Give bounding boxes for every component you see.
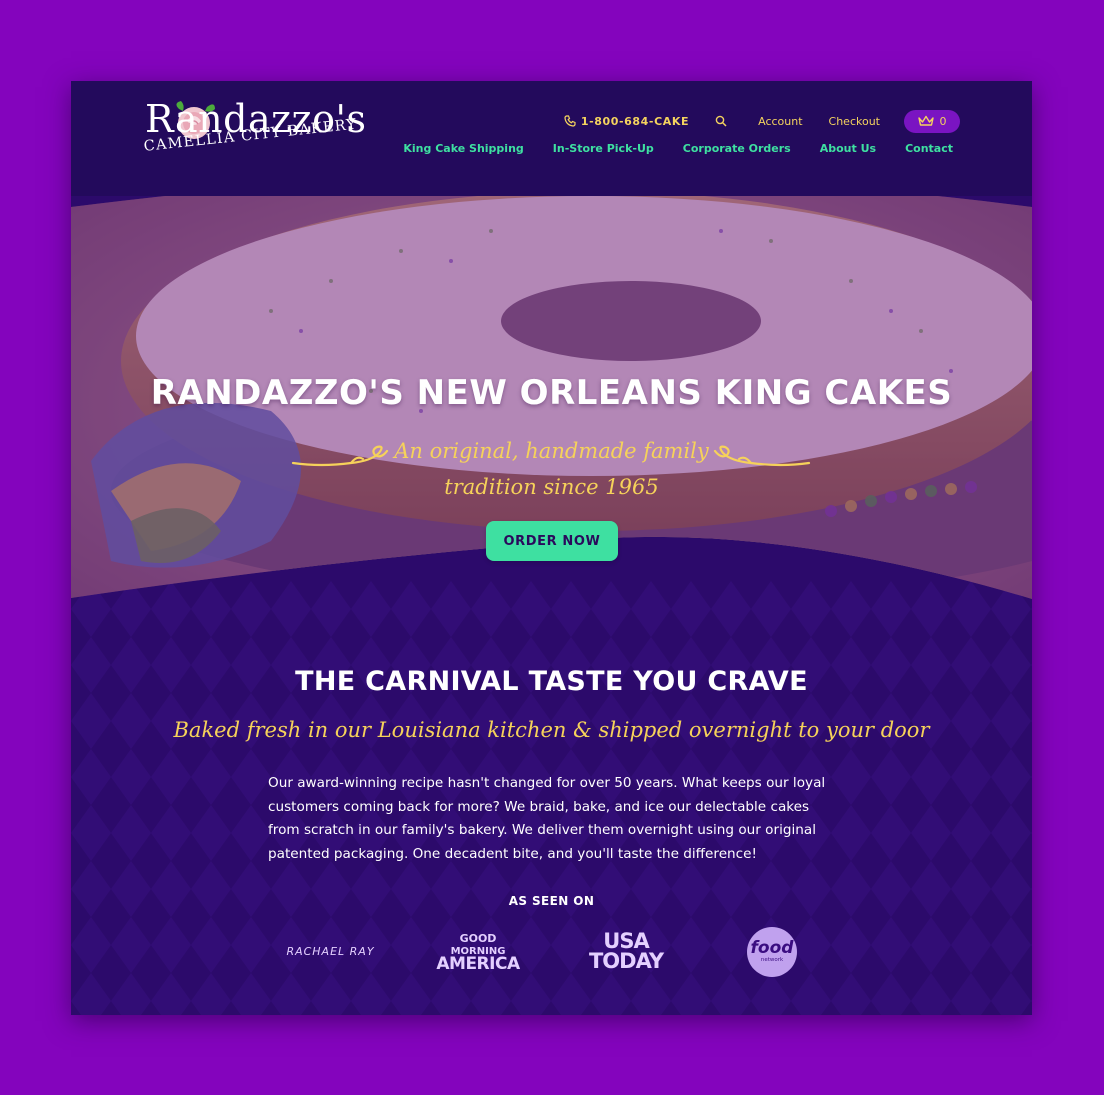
account-link[interactable]: Account — [758, 115, 802, 128]
search-icon — [715, 115, 727, 127]
gma-line-3: AMERICA — [436, 953, 520, 974]
hero-tagline: An original, handmade family tradition s… — [394, 439, 709, 499]
hero-content: RANDAZZO'S NEW ORLEANS KING CAKES An ori… — [71, 161, 1032, 601]
right-flourish-icon — [713, 445, 811, 467]
intro-section: THE CARNIVAL TASTE YOU CRAVE Baked fresh… — [71, 581, 1032, 1015]
order-now-button[interactable]: ORDER NOW — [486, 521, 618, 561]
left-flourish-icon — [291, 445, 389, 467]
nav-king-cake-shipping[interactable]: King Cake Shipping — [403, 142, 523, 155]
site-header: Randazzo's CAMELLIA CITY BAKERY 1-800-68… — [71, 81, 1032, 196]
brand-logo[interactable]: Randazzo's CAMELLIA CITY BAKERY — [143, 95, 366, 175]
good-morning-america-logo: GOOD MORNING AMERICA — [433, 921, 523, 981]
hero-title: RANDAZZO'S NEW ORLEANS KING CAKES — [150, 373, 953, 413]
website-frame: Randazzo's CAMELLIA CITY BAKERY 1-800-68… — [71, 81, 1032, 1015]
phone-number: 1-800-684-CAKE — [580, 114, 690, 128]
checkout-link[interactable]: Checkout — [829, 115, 880, 128]
utility-nav: 1-800-684-CAKE Account Checkout 0 — [538, 109, 960, 133]
food-network-line-2: network — [760, 957, 784, 963]
crown-icon — [917, 115, 934, 126]
nav-in-store-pickup[interactable]: In-Store Pick-Up — [553, 142, 654, 155]
rachael-ray-logo: RACHAEL RAY — [283, 921, 378, 981]
hero-banner: RANDAZZO'S NEW ORLEANS KING CAKES An ori… — [71, 161, 1032, 601]
intro-body: Our award-winning recipe hasn't changed … — [268, 775, 826, 862]
food-network-line-1: food — [750, 938, 794, 958]
rachael-ray-text: RACHAEL RAY — [286, 944, 375, 958]
intro-subtitle: Baked fresh in our Louisiana kitchen & s… — [173, 718, 930, 742]
food-network-logo: food network — [747, 927, 797, 977]
cart-button[interactable]: 0 — [904, 109, 960, 133]
main-nav: King Cake Shipping In-Store Pick-Up Corp… — [374, 142, 953, 155]
search-button[interactable] — [715, 115, 732, 127]
phone-link[interactable]: 1-800-684-CAKE — [564, 115, 689, 128]
as-seen-on-heading: AS SEEN ON — [508, 894, 595, 908]
nav-contact[interactable]: Contact — [905, 142, 953, 155]
usa-today-line-1: USA — [603, 929, 649, 953]
phone-icon — [564, 115, 576, 127]
usa-today-line-2: TODAY — [588, 949, 664, 973]
nav-about-us[interactable]: About Us — [820, 142, 876, 155]
intro-title: THE CARNIVAL TASTE YOU CRAVE — [295, 666, 808, 697]
cart-count: 0 — [939, 114, 947, 128]
gma-line-1: GOOD — [459, 931, 497, 945]
nav-corporate-orders[interactable]: Corporate Orders — [683, 142, 791, 155]
usa-today-logo: USA TODAY — [586, 921, 666, 981]
